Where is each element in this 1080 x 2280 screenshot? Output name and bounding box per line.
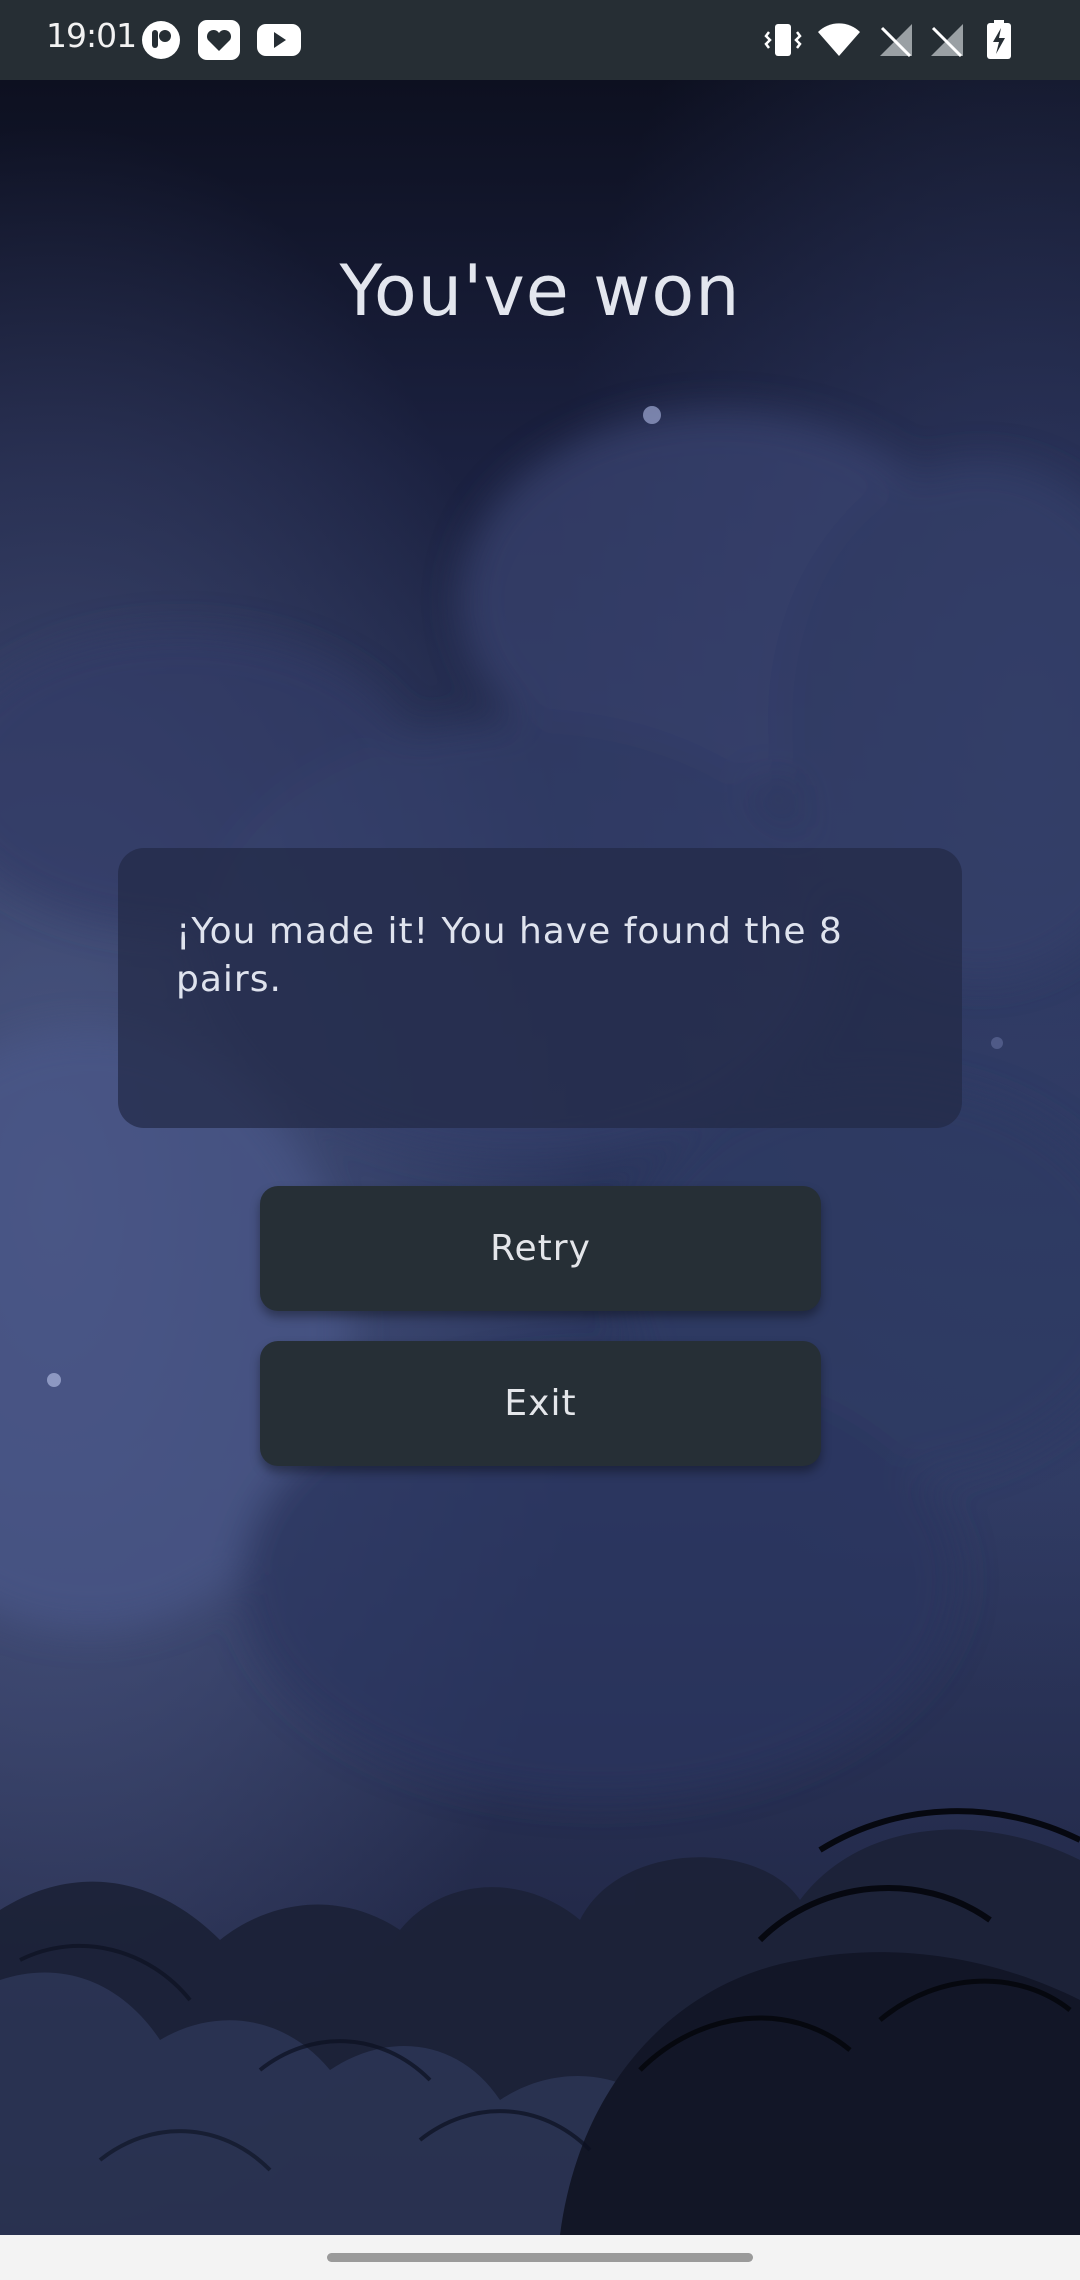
gesture-handle[interactable] [327, 2253, 753, 2262]
no-signal-icon [878, 20, 914, 64]
background-night-clouds [0, 80, 1080, 2235]
podcast-app-icon [141, 20, 181, 64]
status-time: 19:01 [46, 16, 137, 55]
result-message-card: ¡You made it! You have found the 8 pairs… [118, 848, 962, 1128]
heart-app-icon [198, 20, 240, 64]
status-bar: 19:01 [0, 0, 1080, 80]
navigation-bar [0, 2235, 1080, 2280]
youtube-icon [257, 20, 301, 64]
exit-button[interactable]: Exit [260, 1341, 821, 1466]
battery-charging-icon [985, 20, 1013, 64]
result-message: ¡You made it! You have found the 8 pairs… [176, 911, 843, 1000]
result-title: You've won [339, 250, 741, 332]
vibrate-icon [763, 20, 803, 64]
game-result-screen: 19:01 You've won ¡You made it! You have … [0, 0, 1080, 2280]
retry-button[interactable]: Retry [260, 1186, 821, 1311]
no-signal-icon [929, 20, 965, 64]
wifi-icon [817, 20, 861, 64]
